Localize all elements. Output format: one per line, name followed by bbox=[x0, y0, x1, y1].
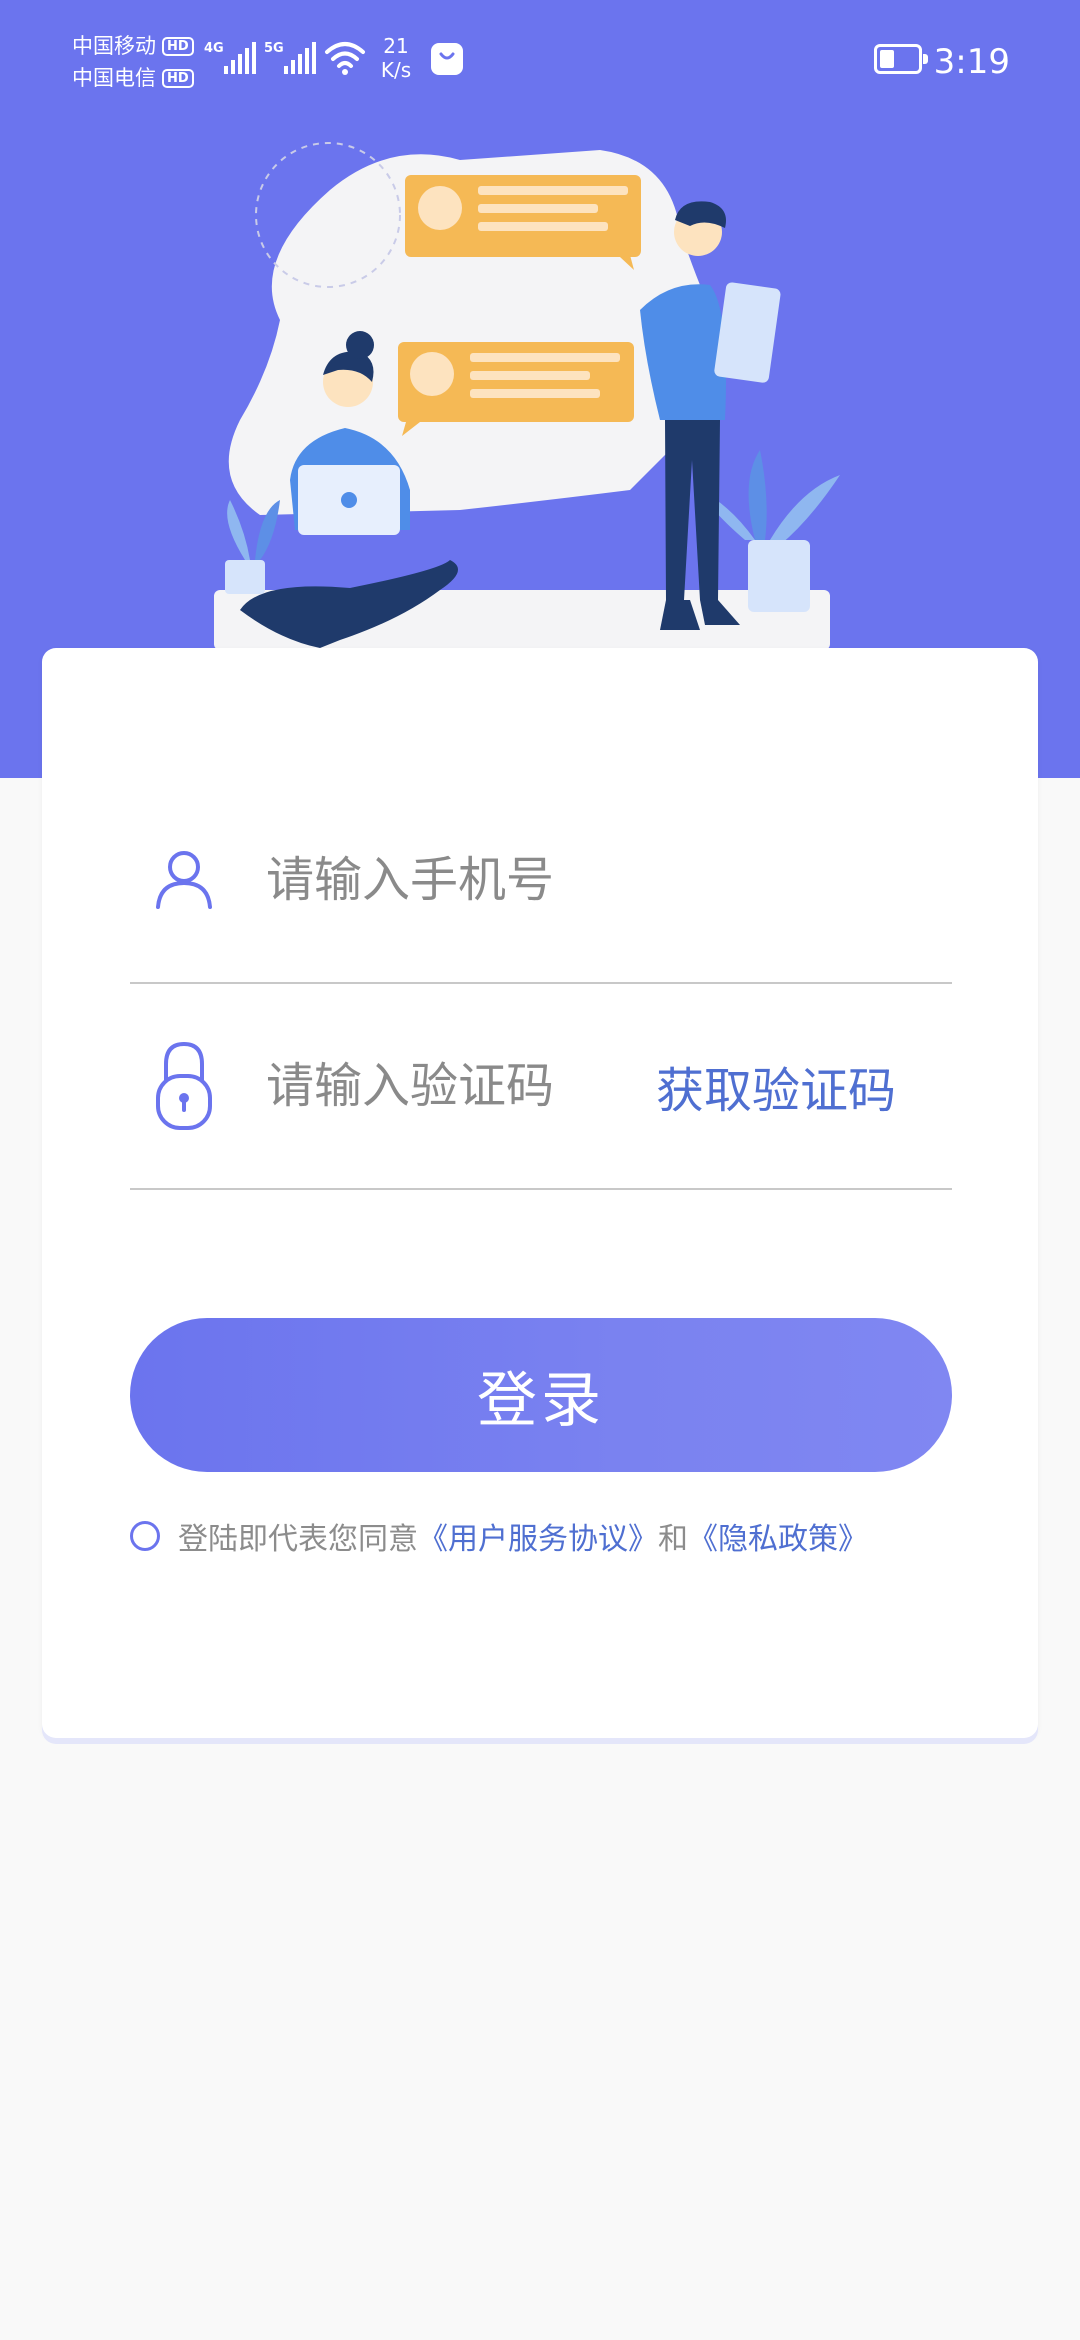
agreement-text: 登陆即代表您同意 bbox=[178, 1522, 418, 1557]
get-code-button[interactable]: 获取验证码 bbox=[656, 1051, 896, 1121]
hd-badge: HD bbox=[162, 68, 194, 88]
phone-field bbox=[130, 778, 952, 984]
clock: 3:19 bbox=[933, 42, 1010, 82]
chat-bubble-icon bbox=[405, 175, 641, 270]
phone-input[interactable] bbox=[266, 852, 906, 908]
speed-value: 21 bbox=[383, 34, 409, 58]
agreement-radio[interactable] bbox=[130, 1521, 160, 1551]
privacy-policy-link[interactable]: 《隐私政策》 bbox=[688, 1514, 868, 1558]
agreement-and-text: 和 bbox=[658, 1522, 688, 1557]
code-field: 获取验证码 bbox=[130, 984, 952, 1190]
battery-icon bbox=[874, 44, 928, 74]
carrier-2: 中国电信 bbox=[72, 66, 156, 90]
lock-icon bbox=[156, 1041, 212, 1130]
signal-icon: 5G bbox=[264, 41, 316, 74]
plant-icon bbox=[225, 500, 280, 594]
hd-badge: HD bbox=[162, 36, 194, 56]
shopping-bag-icon bbox=[431, 43, 463, 75]
net-type-5g: 5G bbox=[264, 41, 284, 56]
carrier-1: 中国移动 bbox=[72, 34, 156, 58]
wifi-icon bbox=[325, 42, 365, 75]
network-speed: 21 K/s bbox=[376, 34, 416, 82]
hero-illustration bbox=[214, 142, 840, 650]
login-card: 获取验证码 登录 登陆即代表您同意 《用户服务协议》 和 《隐私政策》 bbox=[42, 648, 1038, 1738]
status-bar: 中国移动 HD 中国电信 HD 4G 5G 21 K/s 3:19 bbox=[0, 0, 1080, 120]
code-input[interactable] bbox=[266, 1058, 646, 1114]
speed-unit: K/s bbox=[380, 58, 412, 82]
login-button[interactable]: 登录 bbox=[130, 1318, 952, 1472]
carrier-info: 中国移动 HD 中国电信 HD bbox=[72, 30, 194, 94]
signal-icon: 4G bbox=[204, 41, 256, 74]
user-icon bbox=[156, 851, 212, 909]
plant-icon bbox=[700, 450, 840, 612]
chat-bubble-icon bbox=[398, 342, 634, 436]
net-type-4g: 4G bbox=[204, 41, 224, 56]
user-agreement-link[interactable]: 《用户服务协议》 bbox=[418, 1514, 658, 1558]
agreement-row: 登陆即代表您同意 《用户服务协议》 和 《隐私政策》 bbox=[130, 1514, 868, 1558]
